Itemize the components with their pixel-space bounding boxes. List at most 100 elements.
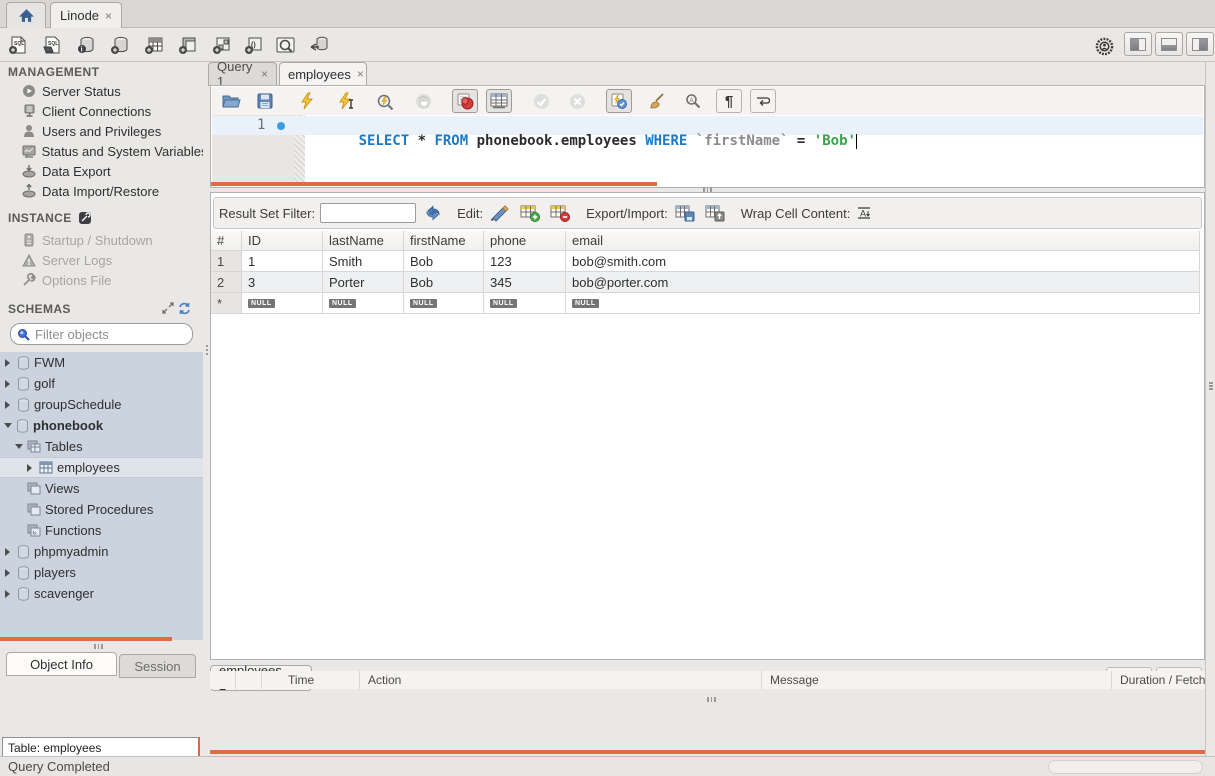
cell-id[interactable]: 1 xyxy=(242,251,323,272)
edit-record-icon[interactable] xyxy=(490,205,510,222)
sidebar-item-data-import[interactable]: Data Import/Restore xyxy=(0,181,203,201)
sidebar-splitter-handle[interactable] xyxy=(94,644,103,649)
cell-email[interactable]: bob@porter.com xyxy=(566,272,1200,293)
create-view-icon[interactable] xyxy=(176,34,200,56)
sidebar-item-server-status[interactable]: Server Status xyxy=(0,81,203,101)
home-tab[interactable] xyxy=(6,2,46,28)
create-function-icon[interactable]: () xyxy=(242,34,266,56)
horizontal-scrollbar-thumb[interactable] xyxy=(1048,760,1203,774)
cell-null[interactable]: NULL xyxy=(242,293,323,314)
column-header-rownum[interactable]: # xyxy=(211,231,242,251)
tree-item-schema-phonebook[interactable]: phonebook xyxy=(0,415,203,436)
execute-current-statement-icon[interactable] xyxy=(334,89,360,113)
cell-phone[interactable]: 345 xyxy=(484,272,566,293)
tree-item-schema-players[interactable]: players xyxy=(0,562,203,583)
schemas-refresh-icon[interactable] xyxy=(178,302,191,315)
cell-lastname[interactable]: Porter xyxy=(323,272,404,293)
explain-plan-icon[interactable] xyxy=(372,89,398,113)
create-procedure-icon[interactable] xyxy=(210,34,234,56)
tree-item-schema-golf[interactable]: golf xyxy=(0,373,203,394)
tab-session[interactable]: Session xyxy=(119,654,196,678)
beautify-icon[interactable] xyxy=(644,89,670,113)
import-recordset-icon[interactable] xyxy=(705,205,725,222)
toggle-autocommit-icon[interactable] xyxy=(606,89,632,113)
output-col-duration[interactable]: Duration / Fetch xyxy=(1112,671,1205,689)
sql-code-line[interactable]: SELECT * FROM phonebook.employees WHERE … xyxy=(308,117,857,165)
cell-null[interactable]: NULL xyxy=(323,293,404,314)
sidebar-item-startup-shutdown[interactable]: Startup / Shutdown xyxy=(0,230,203,250)
close-icon[interactable]: × xyxy=(357,68,364,80)
export-recordset-icon[interactable] xyxy=(675,205,695,222)
column-header-id[interactable]: ID xyxy=(242,231,323,251)
open-sql-script-icon[interactable]: SQL xyxy=(40,34,64,56)
row-number[interactable]: 1 xyxy=(211,251,242,272)
create-table-icon[interactable] xyxy=(142,34,166,56)
close-icon[interactable]: × xyxy=(261,68,268,80)
limit-rows-icon[interactable] xyxy=(486,89,512,113)
tree-item-table-employees[interactable]: employees xyxy=(0,457,203,478)
refresh-icon[interactable] xyxy=(425,205,441,221)
close-icon[interactable]: × xyxy=(105,10,112,22)
schemas-expand-icon[interactable] xyxy=(162,302,174,314)
new-row-marker[interactable]: * xyxy=(211,293,242,314)
cell-null[interactable]: NULL xyxy=(484,293,566,314)
preferences-gear-icon[interactable] xyxy=(1092,35,1116,57)
vertical-splitter[interactable] xyxy=(203,62,210,756)
sidebar-item-options-file[interactable]: Options File xyxy=(0,270,203,290)
cell-id[interactable]: 3 xyxy=(242,272,323,293)
tab-query-1[interactable]: Query 1× xyxy=(208,62,277,86)
toggle-bottom-panel-icon[interactable] xyxy=(1155,32,1183,56)
open-file-icon[interactable] xyxy=(218,89,244,113)
output-col-message[interactable]: Message xyxy=(762,671,1112,689)
cell-lastname[interactable]: Smith xyxy=(323,251,404,272)
cell-null[interactable]: NULL xyxy=(566,293,1200,314)
search-table-data-icon[interactable] xyxy=(274,34,298,56)
cell-email[interactable]: bob@smith.com xyxy=(566,251,1200,272)
tree-item-functions[interactable]: fx Functions xyxy=(0,520,203,541)
cell-firstname[interactable]: Bob xyxy=(404,272,484,293)
cell-firstname[interactable]: Bob xyxy=(404,251,484,272)
column-header-firstname[interactable]: firstName xyxy=(404,231,484,251)
output-col-icon2[interactable] xyxy=(236,671,262,689)
result-filter-input[interactable] xyxy=(320,203,416,223)
create-schema-icon[interactable] xyxy=(108,34,132,56)
toggle-left-sidebar-icon[interactable] xyxy=(1124,32,1152,56)
schema-inspector-icon[interactable]: i xyxy=(74,34,98,56)
delete-row-icon[interactable] xyxy=(550,205,570,222)
tree-item-tables[interactable]: Tables xyxy=(0,436,203,457)
column-header-phone[interactable]: phone xyxy=(484,231,566,251)
tab-employees-editor[interactable]: employees× xyxy=(279,62,367,86)
new-sql-tab-icon[interactable]: SQL xyxy=(6,34,30,56)
connection-tab[interactable]: Linode × xyxy=(50,2,122,28)
sidebar-item-client-connections[interactable]: Client Connections xyxy=(0,101,203,121)
cell-null[interactable]: NULL xyxy=(404,293,484,314)
insert-row-icon[interactable] xyxy=(520,205,540,222)
toggle-right-sidebar-icon[interactable] xyxy=(1186,32,1214,56)
toggle-stop-on-error-icon[interactable] xyxy=(452,89,478,113)
output-col-action[interactable]: Action xyxy=(360,671,762,689)
sidebar-item-data-export[interactable]: Data Export xyxy=(0,161,203,181)
cell-phone[interactable]: 123 xyxy=(484,251,566,272)
tree-item-schema-groupschedule[interactable]: groupSchedule xyxy=(0,394,203,415)
tree-item-schema-fwm[interactable]: FWM xyxy=(0,352,203,373)
save-icon[interactable] xyxy=(252,89,278,113)
sidebar-item-users-privileges[interactable]: Users and Privileges xyxy=(0,121,203,141)
show-invisibles-icon[interactable]: ¶ xyxy=(716,89,742,113)
right-edge-splitter[interactable] xyxy=(1205,62,1215,756)
find-icon[interactable]: A xyxy=(680,89,706,113)
tree-item-schema-scavenger[interactable]: scavenger xyxy=(0,583,203,604)
tab-object-info[interactable]: Object Info xyxy=(6,652,117,676)
tree-item-views[interactable]: Views xyxy=(0,478,203,499)
tree-item-schema-phpmyadmin[interactable]: phpmyadmin xyxy=(0,541,203,562)
column-header-email[interactable]: email xyxy=(566,231,1200,251)
column-header-lastname[interactable]: lastName xyxy=(323,231,404,251)
sidebar-item-server-logs[interactable]: Server Logs xyxy=(0,250,203,270)
reconnect-dbms-icon[interactable] xyxy=(308,34,332,56)
tree-item-stored-procedures[interactable]: Stored Procedures xyxy=(0,499,203,520)
wrap-text-icon[interactable] xyxy=(750,89,776,113)
output-col-icon1[interactable] xyxy=(210,671,236,689)
sidebar-item-status-variables[interactable]: Status and System Variables xyxy=(0,141,203,161)
row-number[interactable]: 2 xyxy=(211,272,242,293)
wrap-cell-content-icon[interactable]: A xyxy=(857,206,873,220)
schema-filter-input[interactable] xyxy=(35,327,211,342)
